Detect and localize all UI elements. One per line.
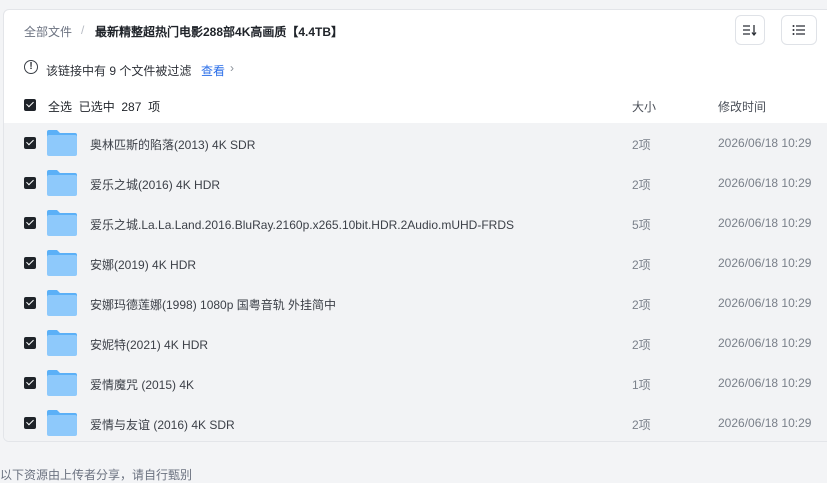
folder-icon [47,250,77,276]
list-view-icon [792,25,805,35]
file-size: 2项 [632,258,651,272]
file-name[interactable]: 奥林匹斯的陷落(2013) 4K SDR [90,136,255,153]
list-view-button[interactable] [781,15,817,45]
sort-button[interactable] [735,15,765,45]
footer-notice: 以下资源由上传者分享，请自行甄别 [0,468,193,482]
file-name[interactable]: 安娜玛德莲娜(1998) 1080p 国粤音轨 外挂简中 [90,296,336,313]
folder-icon [47,130,77,156]
row-checkbox[interactable] [24,217,36,229]
file-row[interactable]: 爱情与友谊 (2016) 4K SDR 2项 2026/06/18 10:29 [4,403,827,441]
row-checkbox[interactable] [24,337,36,349]
warning-icon: ! [24,60,38,74]
file-mtime: 2026/06/18 10:29 [718,136,812,150]
file-mtime: 2026/06/18 10:29 [718,296,812,310]
file-size: 2项 [632,338,651,352]
file-name[interactable]: 爱情与友谊 (2016) 4K SDR [90,416,235,433]
select-all-label[interactable]: 全选 [48,100,72,114]
filter-notice-text: 该链接中有 9 个文件被过滤 [46,64,192,78]
file-size: 2项 [632,418,651,432]
folder-icon [47,370,77,396]
column-header-mtime[interactable]: 修改时间 [718,98,766,115]
file-name[interactable]: 爱乐之城.La.La.Land.2016.BluRay.2160p.x265.1… [90,216,514,233]
file-row[interactable]: 爱乐之城(2016) 4K HDR 2项 2026/06/18 10:29 [4,163,827,203]
sort-icon [743,25,757,37]
selected-prefix: 已选中 [78,100,115,114]
selection-summary: 全选 已选中 287 项 [48,98,160,115]
file-mtime: 2026/06/18 10:29 [718,176,812,190]
folder-icon [47,410,77,436]
row-checkbox[interactable] [24,417,36,429]
row-checkbox[interactable] [24,377,36,389]
file-size: 1项 [632,378,651,392]
selected-count: 287 [121,100,142,114]
folder-icon [47,330,77,356]
breadcrumb-bar: 全部文件 / 最新精整超热门电影288部4K高画质【4.4TB】 [4,10,827,52]
chevron-right-icon[interactable]: › [230,61,234,75]
column-header-size[interactable]: 大小 [632,98,656,115]
row-checkbox[interactable] [24,297,36,309]
view-filtered-link[interactable]: 查看 [201,62,225,79]
file-size: 2项 [632,178,651,192]
file-row[interactable]: 安娜(2019) 4K HDR 2项 2026/06/18 10:29 [4,243,827,283]
file-mtime: 2026/06/18 10:29 [718,256,812,270]
breadcrumb-separator: / [81,23,85,37]
file-name[interactable]: 爱乐之城(2016) 4K HDR [90,176,220,193]
row-checkbox[interactable] [24,177,36,189]
selected-suffix: 项 [148,100,161,114]
file-row[interactable]: 爱乐之城.La.La.Land.2016.BluRay.2160p.x265.1… [4,203,827,243]
file-browser-panel: 全部文件 / 最新精整超热门电影288部4K高画质【4.4TB】 ! 该链接中有… [3,9,827,442]
file-row[interactable]: 奥林匹斯的陷落(2013) 4K SDR 2项 2026/06/18 10:29 [4,123,827,163]
file-row[interactable]: 安娜玛德莲娜(1998) 1080p 国粤音轨 外挂简中 2项 2026/06/… [4,283,827,323]
folder-icon [47,290,77,316]
file-mtime: 2026/06/18 10:29 [718,376,812,390]
folder-icon [47,170,77,196]
breadcrumb-current-folder: 最新精整超热门电影288部4K高画质【4.4TB】 [95,25,344,39]
file-size: 2项 [632,138,651,152]
filter-notice: ! 该链接中有 9 个文件被过滤 查看 › [4,52,827,86]
file-mtime: 2026/06/18 10:29 [718,216,812,230]
file-name[interactable]: 安娜(2019) 4K HDR [90,256,196,273]
folder-icon [47,210,77,236]
breadcrumb-root-link[interactable]: 全部文件 [24,23,72,40]
file-size: 2项 [632,298,651,312]
list-header: 全选 已选中 287 项 大小 修改时间 [4,89,827,125]
file-mtime: 2026/06/18 10:29 [718,416,812,430]
select-all-checkbox[interactable] [24,99,36,111]
row-checkbox[interactable] [24,257,36,269]
file-row[interactable]: 爱情魔咒 (2015) 4K 1项 2026/06/18 10:29 [4,363,827,403]
file-name[interactable]: 安妮特(2021) 4K HDR [90,336,208,353]
row-checkbox[interactable] [24,137,36,149]
file-mtime: 2026/06/18 10:29 [718,336,812,350]
file-row[interactable]: 安妮特(2021) 4K HDR 2项 2026/06/18 10:29 [4,323,827,363]
file-size: 5项 [632,218,651,232]
file-name[interactable]: 爱情魔咒 (2015) 4K [90,376,194,393]
file-list: 奥林匹斯的陷落(2013) 4K SDR 2项 2026/06/18 10:29… [4,123,827,441]
